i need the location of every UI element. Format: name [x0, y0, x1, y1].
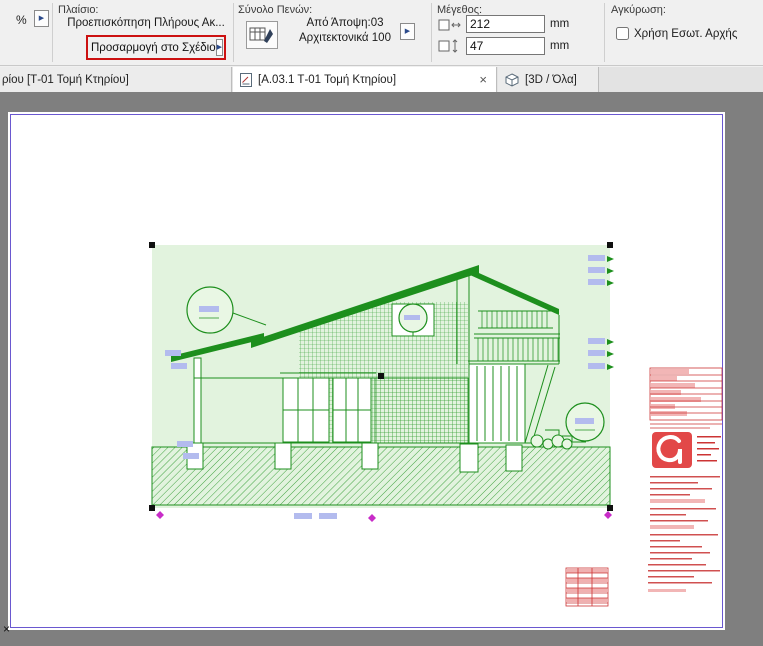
- fit-flyout-button[interactable]: ▶: [216, 39, 223, 56]
- app-window: % ▶ Πλαίσιο: Προεπισκόπηση Πλήρους Ακ...…: [0, 0, 763, 646]
- layout-canvas[interactable]: ×: [0, 92, 763, 646]
- width-input[interactable]: [466, 15, 545, 33]
- tab-label: [3D / Όλα]: [525, 74, 577, 86]
- flyout-arrow-icon: ▶: [39, 15, 44, 22]
- fit-to-drawing-highlight-box: Προσαρμογή στο Σχέδιο ▶: [86, 35, 226, 60]
- pen-set-section-label: Σύνολο Πενών:: [238, 4, 312, 16]
- tab-label: ρίου [Τ-01 Τομή Κτηρίου]: [2, 74, 129, 86]
- tab-close-button[interactable]: ×: [479, 73, 487, 86]
- source-view-flyout-button[interactable]: ▶: [400, 23, 415, 40]
- section-drawing[interactable]: [8, 112, 725, 630]
- frame-preview-dropdown[interactable]: Προεπισκόπηση Πλήρους Ακ...: [62, 17, 230, 29]
- tab-label: [Α.03.1 Τ-01 Τομή Κτηρίου]: [258, 74, 396, 86]
- ground-hatch: [152, 447, 610, 505]
- fit-to-drawing-button[interactable]: Προσαρμογή στο Σχέδιο: [91, 42, 216, 54]
- source-view-line1: Από Άποψη:03: [294, 16, 396, 31]
- anchor-checkbox[interactable]: [616, 27, 629, 40]
- toolbar-separator: [431, 3, 432, 62]
- frame-section-label: Πλαίσιο:: [58, 4, 99, 16]
- width-icon: [438, 18, 462, 32]
- anchor-diamond-markers[interactable]: [156, 511, 612, 522]
- pen-set-icon: [249, 24, 275, 46]
- tab-section-t01[interactable]: ρίου [Τ-01 Τομή Κτηρίου]: [0, 67, 232, 92]
- anchor-section-label: Αγκύρωση:: [611, 4, 666, 16]
- tab-3d-all[interactable]: [3D / Όλα]: [498, 67, 599, 92]
- source-view-label: Από Άποψη:03 Αρχιτεκτονικά 100: [294, 16, 396, 46]
- height-icon: [438, 39, 462, 53]
- document-tab-bar: ρίου [Τ-01 Τομή Κτηρίου] [Α.03.1 Τ-01 Το…: [0, 67, 763, 92]
- flyout-arrow-icon: ▶: [405, 28, 410, 35]
- zoom-flyout-button[interactable]: ▶: [34, 10, 49, 27]
- zoom-percent-label: %: [16, 13, 27, 27]
- height-input[interactable]: [466, 37, 545, 55]
- layout-page[interactable]: [8, 112, 725, 630]
- flyout-arrow-icon: ▶: [217, 44, 222, 51]
- width-unit-label: mm: [550, 18, 569, 30]
- source-view-line2: Αρχιτεκτονικά 100: [294, 31, 396, 46]
- layout-document-icon: [240, 73, 252, 87]
- toolbar-separator: [52, 3, 53, 62]
- height-unit-label: mm: [550, 40, 569, 52]
- toolbar-separator: [604, 3, 605, 62]
- anchor-option: Χρήση Εσωτ. Αρχής: [616, 27, 737, 40]
- origin-marker-icon: ×: [3, 622, 10, 636]
- pen-set-button[interactable]: [246, 21, 278, 49]
- drawing-settings-toolbar: % ▶ Πλαίσιο: Προεπισκόπηση Πλήρους Ακ...…: [0, 0, 763, 66]
- anchor-option-label: Χρήση Εσωτ. Αρχής: [634, 28, 737, 40]
- tab-layout-a031-active[interactable]: [Α.03.1 Τ-01 Τομή Κτηρίου] ×: [233, 67, 497, 92]
- toolbar-separator: [233, 3, 234, 62]
- 3d-cube-icon: [505, 73, 519, 87]
